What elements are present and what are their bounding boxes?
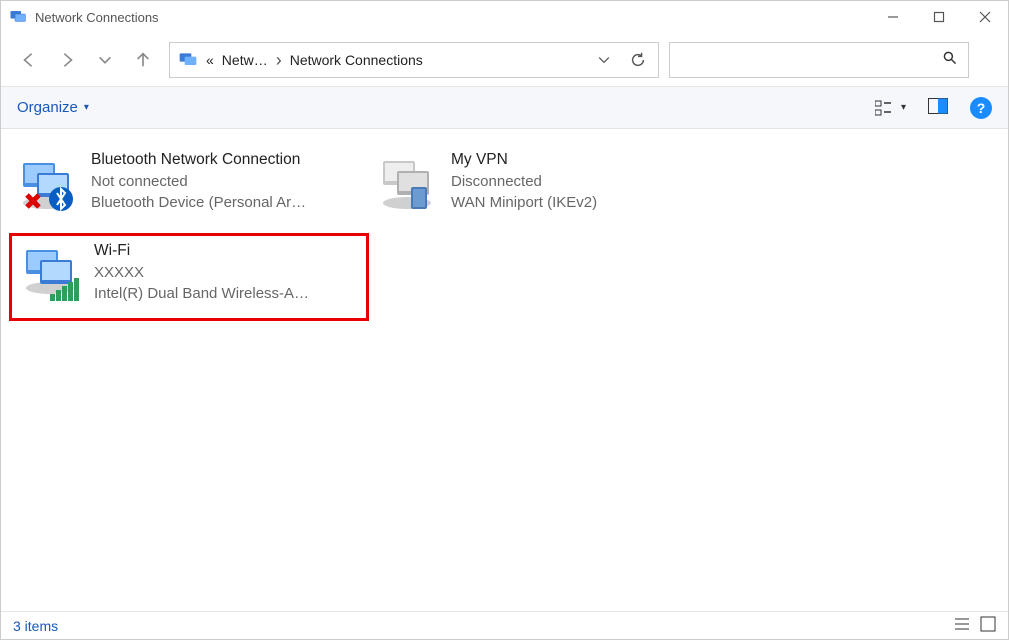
connection-text: Wi-Fi XXXXX Intel(R) Dual Band Wireless-A… [94,240,358,302]
maximize-button[interactable] [916,1,962,33]
breadcrumb[interactable]: « Netw… › Network Connections [206,51,586,69]
app-icon [9,8,27,26]
toolbar: Organize ▾ ▾ ? [1,87,1008,129]
status-text: 3 items [13,618,58,634]
search-input[interactable] [669,42,969,78]
window-controls [870,1,1008,33]
connection-item[interactable]: Bluetooth Network Connection Not connecte… [9,145,369,233]
connection-device: Bluetooth Device (Personal Ar… [91,194,361,211]
preview-pane-button[interactable] [928,98,948,117]
close-button[interactable] [962,1,1008,33]
address-dropdown[interactable] [594,52,614,68]
caret-down-icon: ▾ [901,102,906,113]
toolbar-right: ▾ ? [875,97,992,119]
connection-status: Disconnected [451,173,721,190]
connection-icon [377,153,437,213]
back-button[interactable] [19,50,39,70]
view-options-button[interactable]: ▾ [875,100,906,116]
titlebar: Network Connections [1,1,1008,33]
breadcrumb-part[interactable]: Netw… [222,52,268,68]
connection-status: Not connected [91,173,361,190]
connection-status: XXXXX [94,264,358,281]
breadcrumb-prefix: « [206,52,214,68]
content-area: Bluetooth Network Connection Not connecte… [1,129,1008,611]
organize-label: Organize [17,99,78,116]
nav-arrows [19,50,153,70]
up-button[interactable] [133,50,153,70]
status-view-buttons [954,616,996,635]
connection-name: Wi-Fi [94,242,358,260]
search-icon [942,50,958,69]
address-bar[interactable]: « Netw… › Network Connections [169,42,659,78]
organize-menu[interactable]: Organize ▾ [17,99,89,116]
minimize-button[interactable] [870,1,916,33]
recent-button[interactable] [95,50,115,70]
connection-device: WAN Miniport (IKEv2) [451,194,721,211]
connection-device: Intel(R) Dual Band Wireless-A… [94,285,358,302]
connection-name: My VPN [451,151,721,169]
connection-item[interactable]: Wi-Fi XXXXX Intel(R) Dual Band Wireless-A… [9,233,369,321]
caret-down-icon: ▾ [84,102,89,113]
breadcrumb-part[interactable]: Network Connections [290,52,423,68]
forward-button[interactable] [57,50,77,70]
help-button[interactable]: ? [970,97,992,119]
connection-text: My VPN Disconnected WAN Miniport (IKEv2) [451,149,721,211]
connection-item[interactable]: My VPN Disconnected WAN Miniport (IKEv2) [369,145,729,233]
refresh-button[interactable] [626,51,650,69]
location-icon [178,50,198,70]
connection-name: Bluetooth Network Connection [91,151,361,169]
status-bar: 3 items [1,611,1008,639]
window-title: Network Connections [35,10,870,25]
connection-icon [20,244,80,304]
connection-icon [17,153,77,213]
large-icons-view-button[interactable] [980,616,996,635]
navigation-bar: « Netw… › Network Connections [1,33,1008,87]
details-view-button[interactable] [954,616,970,635]
connection-text: Bluetooth Network Connection Not connecte… [91,149,361,211]
window: Network Connections « Netw… › Network Co… [0,0,1009,640]
chevron-right-icon: › [276,51,282,69]
